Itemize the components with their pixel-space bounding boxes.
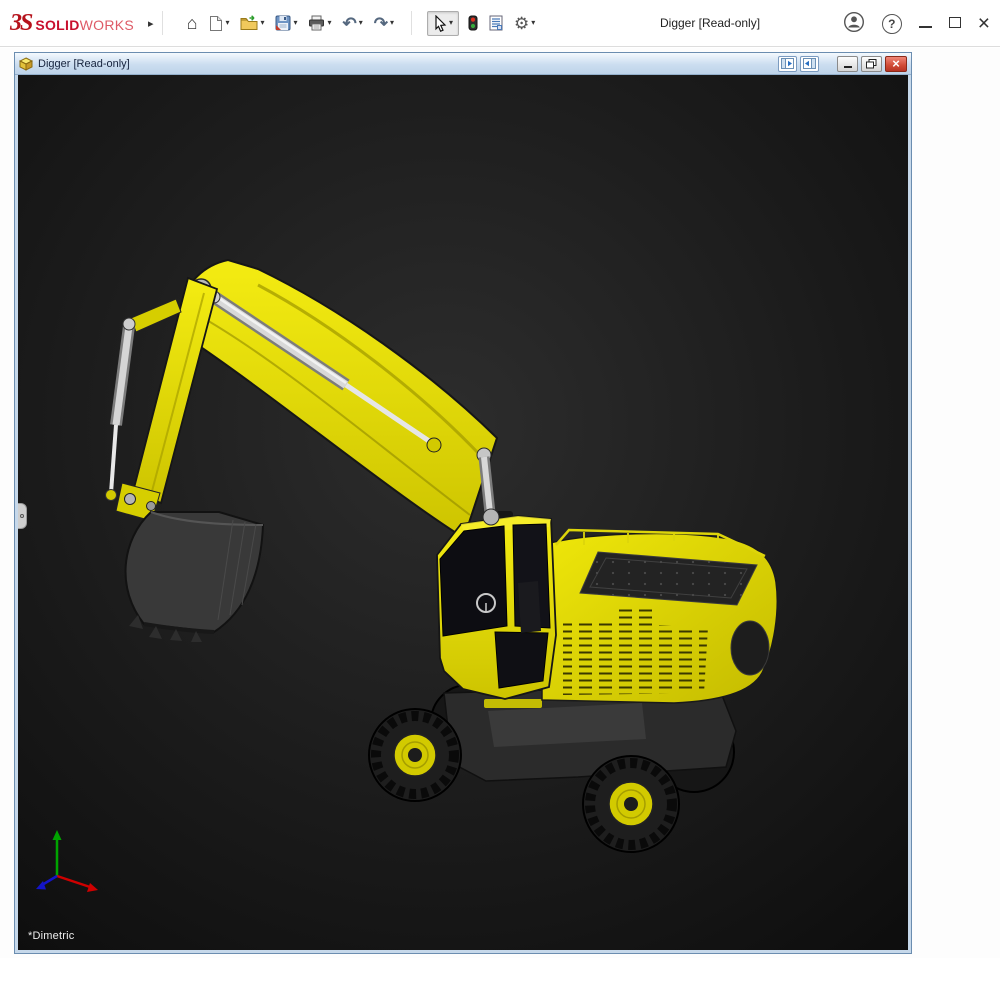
redo-button[interactable]: ↷ ▾ bbox=[372, 12, 396, 35]
pane-right-icon bbox=[803, 58, 816, 69]
help-button[interactable]: ? bbox=[882, 14, 902, 34]
minimize-icon bbox=[919, 26, 932, 28]
document-title: Digger [Read-only] bbox=[38, 58, 130, 70]
3ds-logo-icon: 3S bbox=[10, 10, 31, 37]
undo-button[interactable]: ↶ ▾ bbox=[341, 12, 365, 35]
open-folder-icon bbox=[240, 15, 258, 31]
print-button[interactable]: ▾ bbox=[306, 12, 333, 34]
maximize-icon bbox=[949, 17, 961, 28]
rebuild-stoplight-icon bbox=[468, 15, 478, 31]
document-window: Digger [Read-only] × bbox=[14, 52, 912, 954]
logo-solid-text: SOLID bbox=[35, 17, 79, 33]
document-minimize-button[interactable] bbox=[837, 56, 858, 72]
save-button[interactable]: ▾ bbox=[273, 12, 299, 34]
chevron-down-icon: ▾ bbox=[327, 19, 331, 27]
quick-access-toolbar: ⌂ ▾ ▾ ▾ ▾ ↶ ▾ ↷ ▾ ▾ bbox=[185, 11, 538, 36]
view-orientation-label: *Dimetric bbox=[28, 930, 74, 942]
toolbar-separator bbox=[411, 11, 412, 35]
menu-flyout-chevron[interactable]: ▸ bbox=[148, 17, 154, 30]
help-icon: ? bbox=[882, 14, 902, 34]
workspace: Digger [Read-only] × bbox=[0, 48, 1000, 1000]
chevron-down-icon: ▾ bbox=[390, 19, 394, 27]
home-button[interactable]: ⌂ bbox=[185, 11, 200, 35]
chevron-down-icon: ▾ bbox=[225, 19, 229, 27]
panel-collapse-tab[interactable] bbox=[18, 503, 27, 529]
solidworks-logo: 3S SOLID WORKS bbox=[10, 10, 134, 37]
gear-icon: ⚙ bbox=[514, 15, 529, 32]
document-close-button[interactable]: × bbox=[885, 56, 907, 72]
collapse-dot-icon bbox=[20, 514, 24, 518]
chevron-down-icon: ▾ bbox=[359, 19, 363, 27]
file-properties-icon bbox=[489, 15, 503, 31]
window-title: Digger [Read-only] bbox=[660, 16, 760, 30]
file-properties-button[interactable] bbox=[487, 12, 505, 34]
graphics-viewport[interactable]: *Dimetric bbox=[18, 75, 908, 950]
collapse-left-pane-button[interactable] bbox=[778, 56, 797, 72]
cab bbox=[437, 516, 556, 699]
select-cursor-icon bbox=[433, 15, 447, 32]
document-titlebar[interactable]: Digger [Read-only] × bbox=[15, 53, 911, 75]
print-icon bbox=[308, 15, 325, 31]
close-icon: × bbox=[892, 57, 900, 70]
maximize-button[interactable] bbox=[949, 16, 961, 31]
new-document-icon bbox=[208, 15, 223, 32]
bottom-margin bbox=[0, 958, 1000, 1000]
home-icon: ⌂ bbox=[187, 14, 198, 32]
collapse-right-pane-button[interactable] bbox=[800, 56, 819, 72]
document-window-controls: × bbox=[778, 56, 907, 72]
restore-icon bbox=[866, 59, 877, 69]
logo-works-text: WORKS bbox=[80, 17, 134, 33]
save-icon bbox=[275, 15, 291, 31]
rebuild-button[interactable] bbox=[466, 12, 480, 34]
redo-icon: ↷ bbox=[374, 15, 388, 32]
chevron-down-icon: ▾ bbox=[531, 19, 535, 27]
main-toolbar: 3S SOLID WORKS ▸ ⌂ ▾ ▾ ▾ ▾ ↶ ▾ ↷ bbox=[0, 0, 1000, 47]
open-button[interactable]: ▾ bbox=[238, 12, 266, 34]
toolbar-separator bbox=[162, 11, 163, 35]
window-controls: ? × bbox=[843, 0, 990, 47]
minimize-icon bbox=[844, 66, 852, 68]
chevron-down-icon: ▾ bbox=[449, 19, 453, 27]
select-tool-button[interactable]: ▾ bbox=[427, 11, 459, 36]
user-account-button[interactable] bbox=[843, 11, 865, 36]
document-restore-button[interactable] bbox=[861, 56, 882, 72]
pane-left-icon bbox=[781, 58, 794, 69]
minimize-button[interactable] bbox=[919, 16, 932, 31]
chevron-down-icon: ▾ bbox=[293, 19, 297, 27]
digger-3d-model bbox=[18, 75, 908, 950]
new-document-button[interactable]: ▾ bbox=[206, 12, 231, 35]
part-document-icon bbox=[19, 57, 33, 71]
chevron-down-icon: ▾ bbox=[260, 19, 264, 27]
close-button[interactable]: × bbox=[978, 13, 990, 34]
front-wheel bbox=[369, 709, 461, 801]
user-account-icon bbox=[843, 11, 865, 33]
close-icon: × bbox=[978, 12, 990, 35]
options-button[interactable]: ⚙ ▾ bbox=[512, 12, 537, 35]
rear-wheel bbox=[583, 756, 679, 852]
undo-icon: ↶ bbox=[343, 15, 357, 32]
